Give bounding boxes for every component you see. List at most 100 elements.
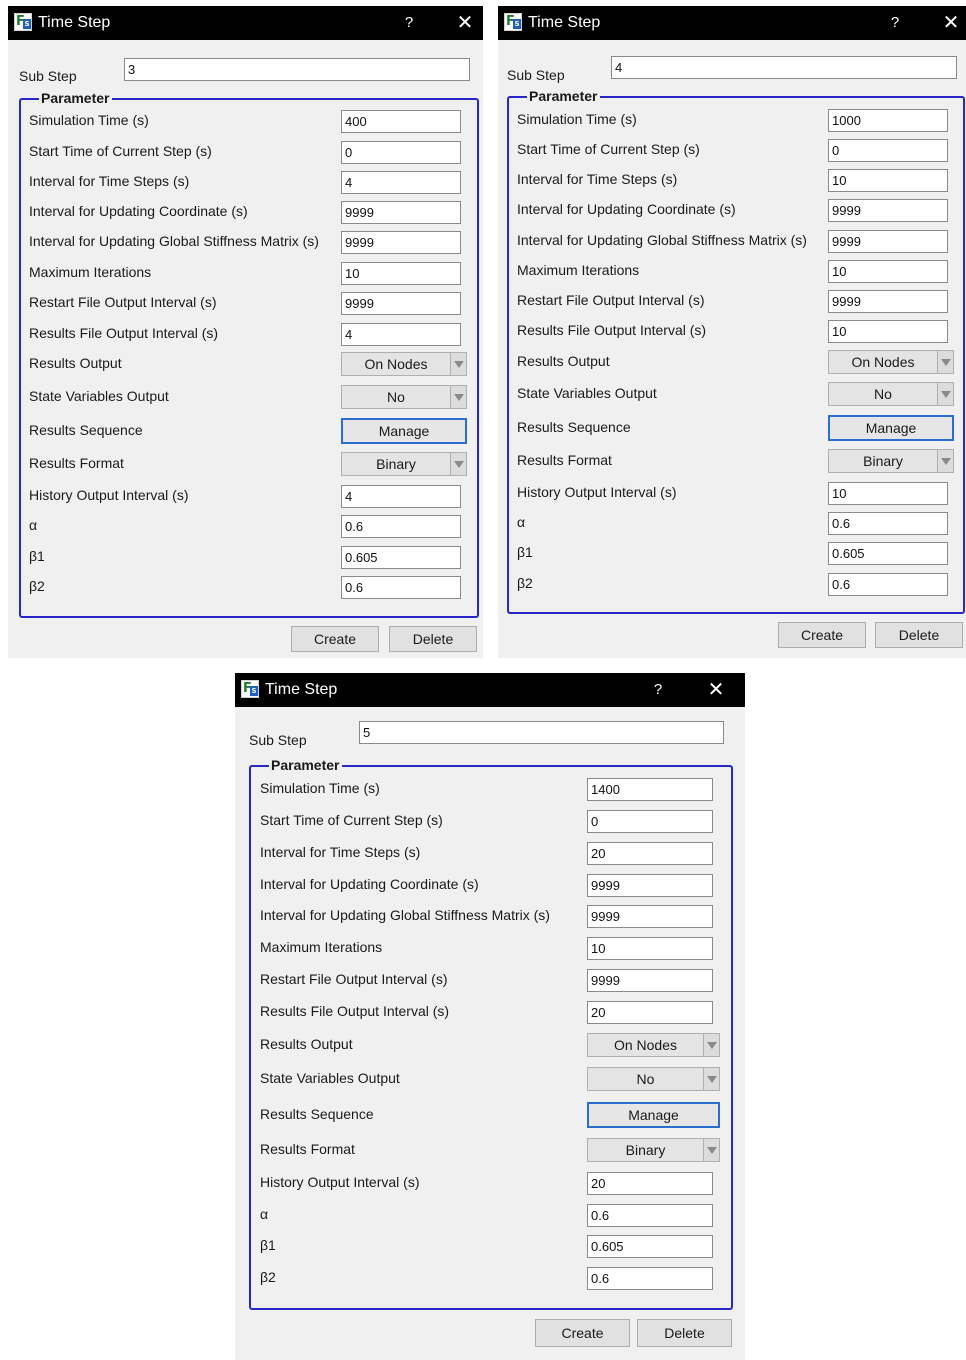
start-time-input[interactable]: 0 <box>341 141 461 164</box>
title-bar[interactable]: F S Time Step? ✕ <box>8 6 483 40</box>
state-output-dropdown[interactable]: No <box>587 1067 720 1091</box>
interval-steps-label: Interval for Time Steps (s) <box>260 844 421 860</box>
sim-time-input[interactable]: 400 <box>341 110 461 133</box>
interval-stiff-label: Interval for Updating Global Stiffness M… <box>517 232 807 248</box>
results-output-dropdown[interactable]: On Nodes <box>341 352 467 376</box>
interval-steps-label: Interval for Time Steps (s) <box>29 173 190 189</box>
app-logo-icon-badge: S <box>250 686 258 696</box>
interval-stiff-input[interactable]: 9999 <box>341 231 461 254</box>
sub-step-label: Sub Step <box>249 732 307 748</box>
results-interval-input[interactable]: 10 <box>828 320 948 343</box>
app-logo-icon: FS <box>14 13 32 31</box>
interval-steps-input[interactable]: 10 <box>828 169 948 192</box>
help-button[interactable]: ? <box>886 6 904 40</box>
chevron-down-icon[interactable] <box>703 1034 719 1056</box>
sim-time-input[interactable]: 1400 <box>587 778 713 801</box>
create-button[interactable]: Create <box>291 626 379 652</box>
history-interval-label: History Output Interval (s) <box>517 484 677 500</box>
manage-results-sequence-button[interactable]: Manage <box>828 415 954 441</box>
alpha-input[interactable]: 0.6 <box>828 512 948 535</box>
chevron-down-icon[interactable] <box>703 1068 719 1090</box>
interval-stiff-input[interactable]: 9999 <box>828 230 948 253</box>
restart-interval-input[interactable]: 9999 <box>828 290 948 313</box>
manage-results-sequence-button[interactable]: Manage <box>341 418 467 444</box>
chevron-down-icon[interactable] <box>450 353 466 375</box>
alpha-input[interactable]: 0.6 <box>587 1204 713 1227</box>
results-format-dropdown[interactable]: Binary <box>587 1138 720 1162</box>
close-button[interactable]: ✕ <box>454 6 476 40</box>
time-step-dialog-1: F S Time Step? ✕ Sub Step 3 Parameter Simulatio… <box>8 6 483 658</box>
results-format-label: Results Format <box>29 455 124 471</box>
chevron-down-icon[interactable] <box>937 383 953 405</box>
state-output-label: State Variables Output <box>29 388 169 404</box>
delete-button[interactable]: Delete <box>875 622 963 648</box>
results-interval-label: Results File Output Interval (s) <box>517 322 707 338</box>
results-format-dropdown[interactable]: Binary <box>828 449 954 473</box>
beta2-input[interactable]: 0.6 <box>828 573 948 596</box>
beta2-label: β2 <box>517 575 533 591</box>
sim-time-input[interactable]: 1000 <box>828 109 948 132</box>
title-bar[interactable]: F S Time Step? ✕ <box>498 6 966 40</box>
start-time-label: Start Time of Current Step (s) <box>260 812 443 828</box>
create-button[interactable]: Create <box>535 1319 630 1347</box>
window-title: Time Step <box>265 681 338 698</box>
title-bar[interactable]: F S Time Step? ✕ <box>235 673 745 707</box>
results-output-dropdown[interactable]: On Nodes <box>828 350 954 374</box>
manage-results-sequence-button[interactable]: Manage <box>587 1102 720 1128</box>
interval-coord-input[interactable]: 9999 <box>341 201 461 224</box>
restart-interval-input[interactable]: 9999 <box>341 292 461 315</box>
restart-interval-input[interactable]: 9999 <box>587 969 713 992</box>
history-interval-input[interactable]: 10 <box>828 482 948 505</box>
beta1-input[interactable]: 0.605 <box>587 1235 713 1258</box>
window-title: Time Step <box>38 14 111 31</box>
results-interval-input[interactable]: 4 <box>341 323 461 346</box>
results-output-label: Results Output <box>517 353 610 369</box>
results-format-dropdown[interactable]: Binary <box>341 452 467 476</box>
close-button[interactable]: ✕ <box>705 673 727 707</box>
results-format-selected-value: Binary <box>376 456 416 472</box>
start-time-input[interactable]: 0 <box>587 810 713 833</box>
delete-button[interactable]: Delete <box>637 1319 732 1347</box>
alpha-label: α <box>260 1206 269 1222</box>
chevron-down-icon[interactable] <box>450 386 466 408</box>
app-logo-icon: FS <box>504 13 522 31</box>
help-button[interactable]: ? <box>649 673 667 707</box>
start-time-input[interactable]: 0 <box>828 139 948 162</box>
sub-step-input[interactable]: 5 <box>359 721 724 744</box>
interval-steps-label: Interval for Time Steps (s) <box>517 171 678 187</box>
results-format-selected-value: Binary <box>625 1142 666 1158</box>
results-interval-input[interactable]: 20 <box>587 1001 713 1024</box>
interval-coord-input[interactable]: 9999 <box>587 874 713 897</box>
results-output-dropdown[interactable]: On Nodes <box>587 1033 720 1057</box>
chevron-down-icon[interactable] <box>937 450 953 472</box>
time-step-dialog-3: F S Time Step? ✕ Sub Step 5 Parameter Simulatio… <box>235 673 745 1360</box>
delete-button[interactable]: Delete <box>389 626 477 652</box>
state-output-label: State Variables Output <box>260 1070 400 1086</box>
close-button[interactable]: ✕ <box>940 6 962 40</box>
chevron-down-icon[interactable] <box>937 351 953 373</box>
max-iter-input[interactable]: 10 <box>587 937 713 960</box>
sub-step-input[interactable]: 3 <box>124 58 470 81</box>
beta2-input[interactable]: 0.6 <box>341 576 461 599</box>
interval-stiff-input[interactable]: 9999 <box>587 905 713 928</box>
alpha-label: α <box>29 517 38 533</box>
max-iter-input[interactable]: 10 <box>828 260 948 283</box>
interval-steps-input[interactable]: 20 <box>587 842 713 865</box>
beta2-input[interactable]: 0.6 <box>587 1267 713 1290</box>
history-interval-input[interactable]: 4 <box>341 485 461 508</box>
interval-coord-input[interactable]: 9999 <box>828 199 948 222</box>
help-button[interactable]: ? <box>400 6 418 40</box>
state-output-dropdown[interactable]: No <box>341 385 467 409</box>
chevron-down-icon[interactable] <box>450 453 466 475</box>
alpha-input[interactable]: 0.6 <box>341 515 461 538</box>
history-interval-input[interactable]: 20 <box>587 1172 713 1195</box>
interval-steps-input[interactable]: 4 <box>341 171 461 194</box>
beta1-input[interactable]: 0.605 <box>341 546 461 569</box>
create-button[interactable]: Create <box>778 622 866 648</box>
state-output-dropdown[interactable]: No <box>828 382 954 406</box>
beta1-input[interactable]: 0.605 <box>828 542 948 565</box>
max-iter-input[interactable]: 10 <box>341 262 461 285</box>
sim-time-label: Simulation Time (s) <box>260 780 380 796</box>
sub-step-input[interactable]: 4 <box>611 56 957 79</box>
chevron-down-icon[interactable] <box>703 1139 719 1161</box>
